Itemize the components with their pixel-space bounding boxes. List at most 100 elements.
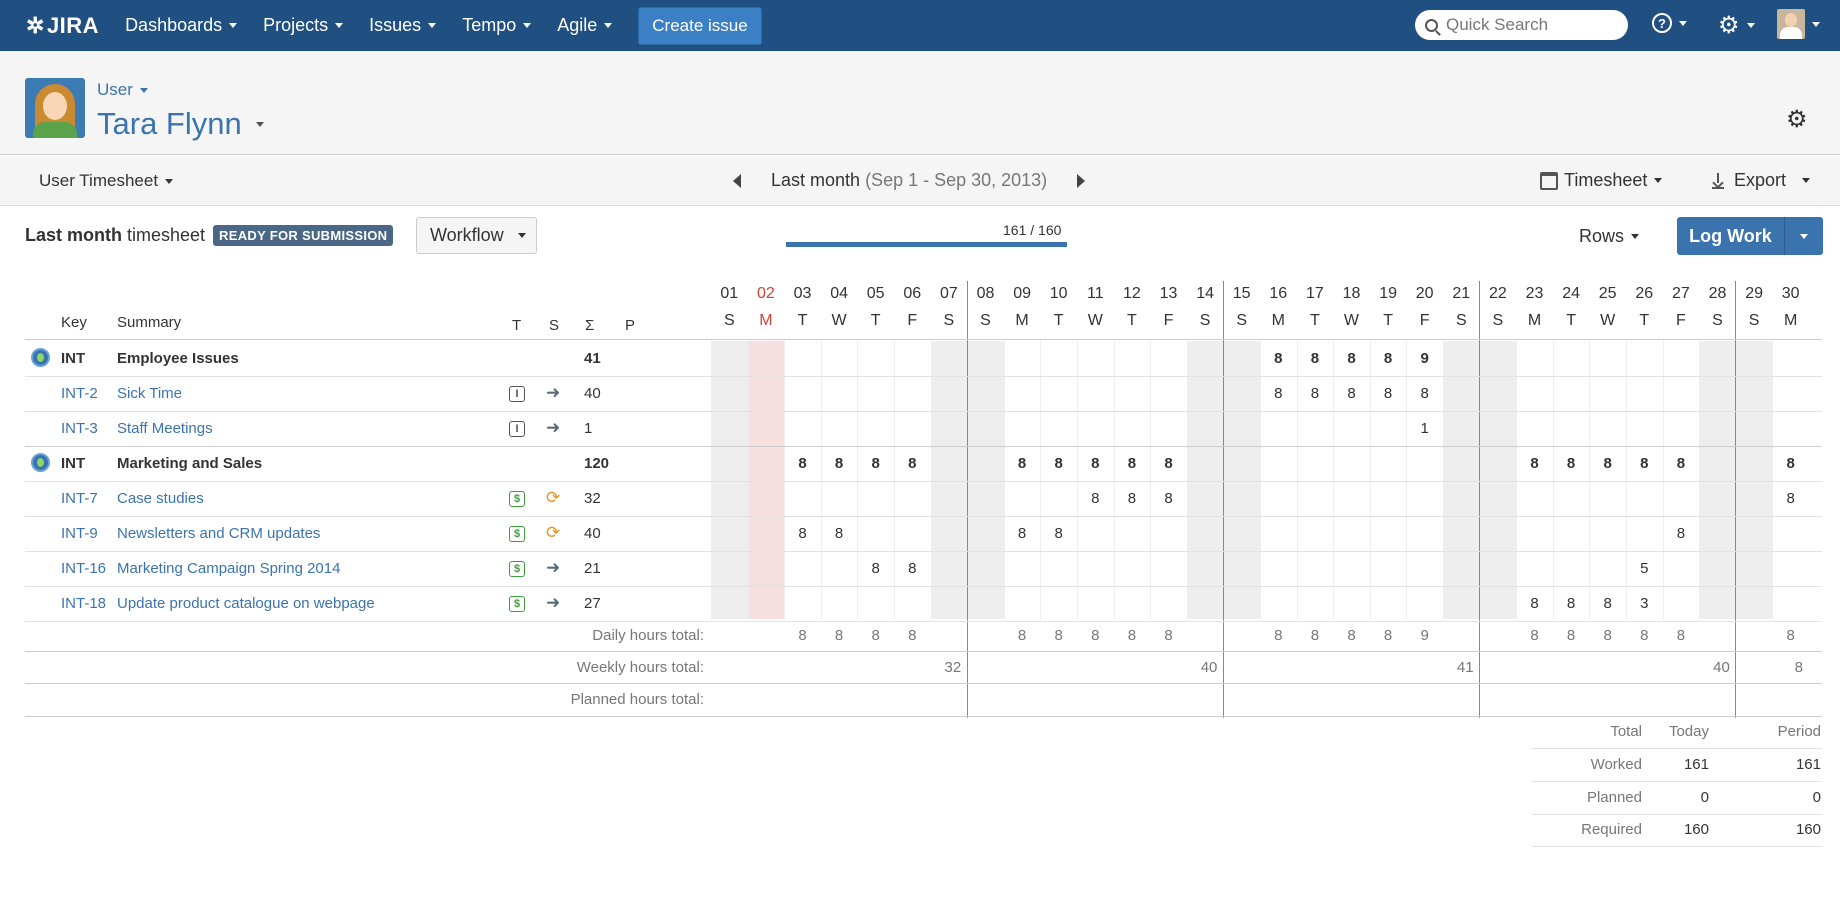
user-name-dropdown[interactable]: Tara Flynn xyxy=(97,106,264,142)
hours-cell[interactable]: 8 xyxy=(784,455,821,472)
day-header-weekday: T xyxy=(1053,312,1064,329)
assign-person-icon[interactable]: ➜ xyxy=(546,383,560,403)
issue-summary-link[interactable]: Case studies xyxy=(117,490,204,507)
assign-person-icon[interactable]: ➜ xyxy=(546,558,560,578)
hours-cell[interactable]: 8 xyxy=(1004,525,1041,542)
hours-cell[interactable]: 8 xyxy=(1626,455,1663,472)
hours-cell[interactable]: 8 xyxy=(1077,490,1114,507)
issue-summary-link[interactable]: Update product catalogue on webpage xyxy=(117,595,375,612)
export-button[interactable]: Export xyxy=(1712,170,1811,191)
recurring-assign-icon[interactable]: ⟳ xyxy=(546,488,560,508)
hours-cell[interactable]: 8 xyxy=(1370,350,1407,367)
hours-cell[interactable]: 8 xyxy=(1150,455,1187,472)
day-header-number: 08 xyxy=(976,285,995,302)
hours-cell[interactable]: 9 xyxy=(1406,350,1443,367)
hours-cell[interactable]: 8 xyxy=(1772,490,1809,507)
log-work-label[interactable]: Log Work xyxy=(1677,217,1785,255)
user-type-dropdown[interactable]: User xyxy=(97,80,148,100)
issue-key-link[interactable]: INT-2 xyxy=(61,385,98,402)
nav-tempo[interactable]: Tempo xyxy=(462,15,532,36)
assign-person-icon[interactable]: ➜ xyxy=(546,593,560,613)
hours-cell[interactable]: 8 xyxy=(821,525,858,542)
hours-cell[interactable]: 8 xyxy=(1553,595,1590,612)
day-header-number: 16 xyxy=(1269,285,1288,302)
hours-cell[interactable]: 8 xyxy=(1589,595,1626,612)
hours-cell[interactable]: 8 xyxy=(1260,350,1297,367)
hours-cell[interactable]: 8 xyxy=(1370,385,1407,402)
daily-total-value: 8 xyxy=(908,627,917,644)
log-work-dropdown[interactable] xyxy=(1785,217,1823,255)
nav-agile[interactable]: Agile xyxy=(557,15,613,36)
view-selector[interactable]: User Timesheet xyxy=(39,171,174,191)
hours-cell[interactable]: 8 xyxy=(784,525,821,542)
daily-total-value: 8 xyxy=(1347,627,1356,644)
hours-cell[interactable]: 5 xyxy=(1626,560,1663,577)
issue-key-link[interactable]: INT-9 xyxy=(61,525,98,542)
hours-cell[interactable]: 8 xyxy=(1516,595,1553,612)
issue-summary-link[interactable]: Sick Time xyxy=(117,385,182,402)
hours-cell[interactable]: 8 xyxy=(1663,525,1700,542)
nav-projects[interactable]: Projects xyxy=(263,15,344,36)
hours-cell[interactable]: 8 xyxy=(1589,455,1626,472)
hours-cell[interactable]: 1 xyxy=(1406,420,1443,437)
hours-cell[interactable]: 8 xyxy=(1004,455,1041,472)
hours-cell[interactable]: 8 xyxy=(894,455,931,472)
help-menu[interactable]: ? xyxy=(1652,13,1687,33)
week-separator xyxy=(1222,281,1224,718)
hours-cell[interactable]: 8 xyxy=(857,560,894,577)
hours-cell[interactable]: 8 xyxy=(1333,350,1370,367)
day-header-weekday: M xyxy=(1015,312,1029,329)
create-issue-button[interactable]: Create issue xyxy=(638,6,762,45)
nav-issues[interactable]: Issues xyxy=(369,15,437,36)
hours-cell[interactable]: 8 xyxy=(1040,455,1077,472)
timesheet-button[interactable]: Timesheet xyxy=(1540,170,1663,191)
hours-cell[interactable]: 8 xyxy=(1772,455,1809,472)
issue-summary-link[interactable]: Newsletters and CRM updates xyxy=(117,525,320,542)
issue-key-link[interactable]: INT-18 xyxy=(61,595,106,612)
jira-logo[interactable]: ✲ JIRA xyxy=(26,13,99,39)
rows-dropdown[interactable]: Rows xyxy=(1579,226,1640,247)
workflow-button[interactable]: Workflow xyxy=(416,217,537,254)
hours-cell[interactable]: 8 xyxy=(1077,455,1114,472)
progress-fill xyxy=(786,242,1067,247)
day-divider xyxy=(1040,341,1042,619)
hours-cell[interactable]: 8 xyxy=(1406,385,1443,402)
hours-cell[interactable]: 8 xyxy=(1297,350,1334,367)
issue-key-link[interactable]: INT-3 xyxy=(61,420,98,437)
quick-search-input[interactable]: Quick Search xyxy=(1415,10,1628,40)
hours-cell[interactable]: 8 xyxy=(894,560,931,577)
assign-person-icon[interactable]: ➜ xyxy=(546,418,560,438)
hours-cell[interactable]: 8 xyxy=(1297,385,1334,402)
previous-period-icon[interactable] xyxy=(733,173,741,188)
hours-cell[interactable]: 8 xyxy=(1040,525,1077,542)
hours-cell[interactable]: 8 xyxy=(1114,490,1151,507)
issue-key-link[interactable]: INT-7 xyxy=(61,490,98,507)
log-work-button[interactable]: Log Work xyxy=(1677,217,1823,255)
next-period-icon[interactable] xyxy=(1077,173,1086,188)
hours-cell[interactable]: 8 xyxy=(1663,455,1700,472)
hours-cell[interactable]: 8 xyxy=(1114,455,1151,472)
nav-dashboards[interactable]: Dashboards xyxy=(125,15,238,36)
hours-cell[interactable]: 8 xyxy=(1553,455,1590,472)
day-header-number: 13 xyxy=(1159,285,1178,302)
recurring-assign-icon[interactable]: ⟳ xyxy=(546,523,560,543)
jira-logo-icon: ✲ xyxy=(26,12,45,38)
hours-cell[interactable]: 8 xyxy=(821,455,858,472)
issue-summary-link[interactable]: Marketing Campaign Spring 2014 xyxy=(117,560,340,577)
admin-menu[interactable]: ⚙ xyxy=(1718,11,1755,40)
day-divider xyxy=(711,341,712,619)
hours-cell[interactable]: 3 xyxy=(1626,595,1663,612)
hours-cell[interactable]: 8 xyxy=(1150,490,1187,507)
user-menu[interactable] xyxy=(1777,9,1820,39)
issue-summary-link[interactable]: Staff Meetings xyxy=(117,420,213,437)
chevron-down-icon xyxy=(229,23,238,28)
hours-cell[interactable]: 8 xyxy=(1333,385,1370,402)
chevron-down-icon xyxy=(255,121,264,127)
hours-cell[interactable]: 8 xyxy=(1260,385,1297,402)
settings-gear-icon[interactable]: ⚙ xyxy=(1786,105,1808,134)
issue-key-link[interactable]: INT-16 xyxy=(61,560,106,577)
period-label[interactable]: Last month xyxy=(771,170,860,191)
hours-cell[interactable]: 8 xyxy=(1516,455,1553,472)
hours-cell[interactable]: 8 xyxy=(857,455,894,472)
summary-label: Required xyxy=(1581,821,1642,838)
